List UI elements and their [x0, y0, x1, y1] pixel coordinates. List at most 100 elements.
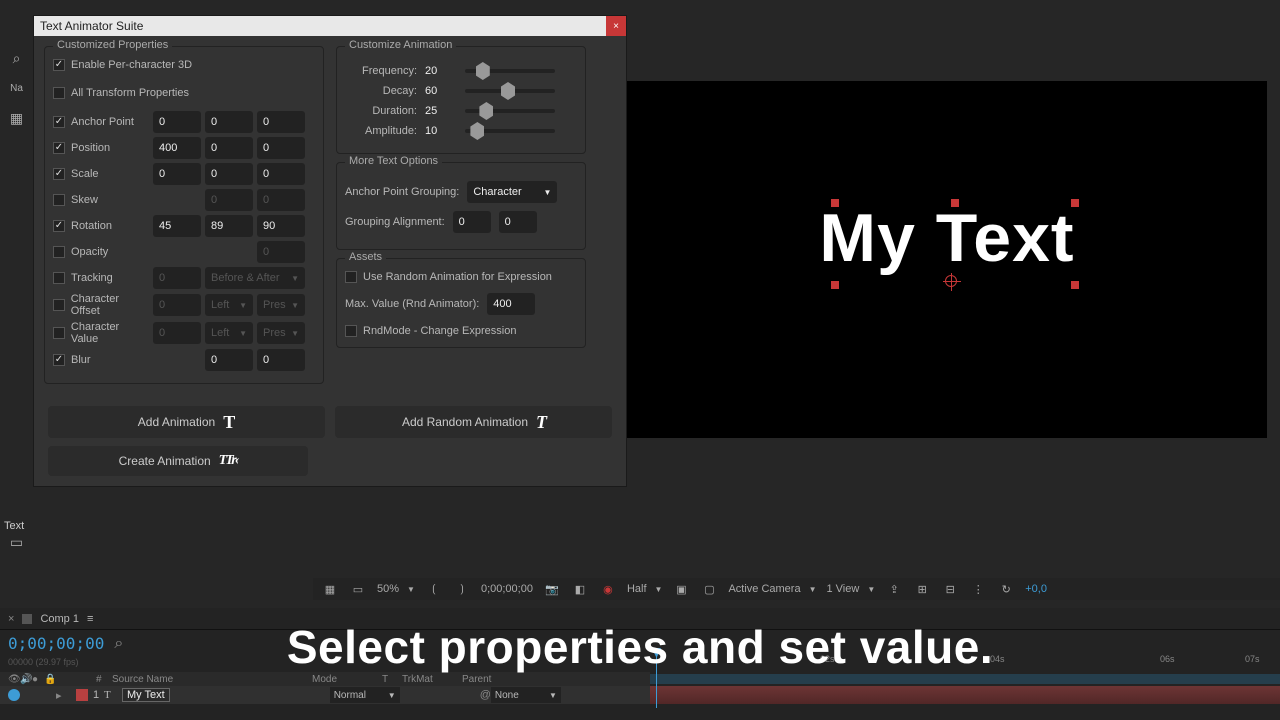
charoffset-x[interactable] [153, 294, 201, 316]
handle-tl[interactable] [831, 199, 839, 207]
blend-mode-drop[interactable]: Normal▼ [330, 687, 400, 703]
anchor-icon[interactable] [945, 275, 957, 287]
amplitude-slider[interactable] [465, 129, 555, 133]
charvalue-d2[interactable]: Pres▼ [257, 322, 305, 344]
charvalue-checkbox[interactable] [53, 327, 65, 339]
scale-z[interactable] [257, 163, 305, 185]
skew-z[interactable] [257, 189, 305, 211]
rotation-checkbox[interactable] [53, 220, 65, 232]
guides-icon[interactable]: ⊟ [941, 581, 959, 597]
anchor-y[interactable] [205, 111, 253, 133]
scale-x[interactable] [153, 163, 201, 185]
parent-drop[interactable]: None▼ [491, 687, 561, 703]
transparency-icon[interactable]: ▣ [672, 581, 690, 597]
anchor-checkbox[interactable] [53, 116, 65, 128]
position-checkbox[interactable] [53, 142, 65, 154]
tracking-x[interactable] [153, 267, 201, 289]
group-align-x[interactable] [453, 211, 491, 233]
decay-slider[interactable] [465, 89, 555, 93]
reset-icon[interactable]: ↻ [997, 581, 1015, 597]
handle-br[interactable] [1071, 281, 1079, 289]
position-y[interactable] [205, 137, 253, 159]
opacity-z[interactable] [257, 241, 305, 263]
rotation-x[interactable] [153, 215, 201, 237]
position-z[interactable] [257, 137, 305, 159]
anchor-z[interactable] [257, 111, 305, 133]
search-icon[interactable]: ⌕ [5, 46, 29, 70]
all-transform-checkbox[interactable] [53, 87, 65, 99]
comp-tab[interactable]: Comp 1 [40, 613, 79, 625]
rotation-z[interactable] [257, 215, 305, 237]
charoffset-d1[interactable]: Left▼ [205, 294, 253, 316]
scale-y[interactable] [205, 163, 253, 185]
handle-tr[interactable] [1071, 199, 1079, 207]
playhead[interactable] [656, 648, 657, 708]
tab-close-icon[interactable]: × [8, 613, 14, 625]
layout-icon[interactable]: ⊞ [913, 581, 931, 597]
tracking-mode-drop[interactable]: Before & After▼ [205, 267, 305, 289]
snapshot-icon[interactable]: ◧ [571, 581, 589, 597]
pixel-icon[interactable]: ⋮ [969, 581, 987, 597]
create-row: Create AnimationTTr‹ [34, 442, 626, 486]
expand-icon[interactable]: ▸ [56, 689, 76, 702]
max-value-input[interactable] [487, 293, 535, 315]
region-icon[interactable]: ▢ [700, 581, 718, 597]
blur-z[interactable] [257, 349, 305, 371]
anchor-group-drop[interactable]: Character▼ [467, 181, 557, 203]
rnd-mode-checkbox[interactable] [345, 325, 357, 337]
camera-icon[interactable]: 📷 [543, 581, 561, 597]
ruler-mark: 06s [1160, 654, 1175, 664]
share-icon[interactable]: ⇪ [885, 581, 903, 597]
layer-color-icon[interactable] [76, 689, 88, 701]
parent-pickwhip-icon[interactable]: @ [480, 689, 491, 701]
bracket-right-icon[interactable]: ⟯ [453, 581, 471, 597]
blur-y[interactable] [205, 349, 253, 371]
search-icon-2[interactable]: ⌕ [114, 635, 123, 653]
resolution-drop[interactable]: Half▼ [627, 583, 662, 595]
exposure-value[interactable]: +0,0 [1025, 583, 1047, 595]
scale-checkbox[interactable] [53, 168, 65, 180]
enable-3d-checkbox[interactable] [53, 59, 65, 71]
add-random-animation-button[interactable]: Add Random AnimationT [335, 406, 612, 438]
timeline-layer-row[interactable]: ▸ 1 T My Text Normal▼ @ None▼ [0, 686, 650, 704]
dialog-titlebar[interactable]: Text Animator Suite × [34, 16, 626, 36]
charoffset-d2[interactable]: Pres▼ [257, 294, 305, 316]
bracket-left-icon[interactable]: ⟮ [425, 581, 443, 597]
views-drop[interactable]: 1 View▼ [827, 583, 876, 595]
tracking-checkbox[interactable] [53, 272, 65, 284]
duration-slider[interactable] [465, 109, 555, 113]
tab-menu-icon[interactable]: ≡ [87, 613, 93, 625]
skew-y[interactable] [205, 189, 253, 211]
timeline-timecode[interactable]: 0;00;00;00 [8, 634, 104, 653]
opacity-checkbox[interactable] [53, 246, 65, 258]
blur-checkbox[interactable] [53, 354, 65, 366]
anchor-x[interactable] [153, 111, 201, 133]
layer-name[interactable]: My Text [122, 688, 170, 702]
camera-drop[interactable]: Active Camera▼ [728, 583, 816, 595]
preview-text[interactable]: My Text [819, 199, 1074, 277]
layer-duration-bar[interactable] [650, 686, 1280, 704]
close-button[interactable]: × [606, 16, 626, 36]
handle-tm[interactable] [951, 199, 959, 207]
panel-icon-2[interactable]: ▭ [5, 530, 29, 554]
group-align-y[interactable] [499, 211, 537, 233]
charvalue-x[interactable] [153, 322, 201, 344]
visibility-toggle[interactable] [8, 689, 20, 701]
preview-panel[interactable]: My Text [627, 81, 1267, 438]
position-x[interactable] [153, 137, 201, 159]
charoffset-checkbox[interactable] [53, 299, 65, 311]
frequency-slider[interactable] [465, 69, 555, 73]
skew-checkbox[interactable] [53, 194, 65, 206]
grid-icon[interactable]: ▦ [321, 581, 339, 597]
monitor-icon[interactable]: ▭ [349, 581, 367, 597]
zoom-drop[interactable]: 50%▼ [377, 583, 415, 595]
color-wheel-icon[interactable]: ◉ [599, 581, 617, 597]
rotation-y[interactable] [205, 215, 253, 237]
charvalue-d1[interactable]: Left▼ [205, 322, 253, 344]
rnd-expr-checkbox[interactable] [345, 271, 357, 283]
panel-icon[interactable]: ▦ [5, 106, 29, 130]
create-animation-button[interactable]: Create AnimationTTr‹ [48, 446, 308, 476]
handle-bl[interactable] [831, 281, 839, 289]
timeline-ruler[interactable]: 02s 04s 06s 07s [650, 648, 1280, 678]
add-animation-button[interactable]: Add AnimationT [48, 406, 325, 438]
